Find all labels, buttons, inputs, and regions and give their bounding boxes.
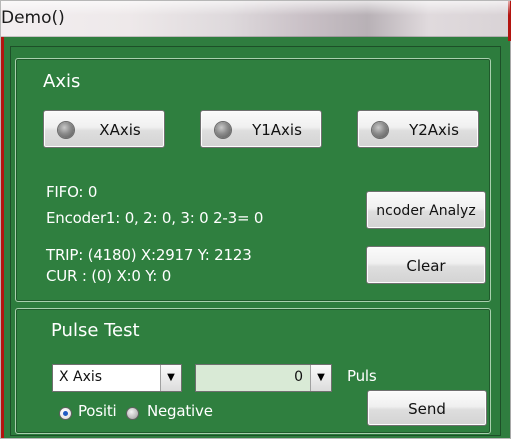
fifo-readout: FIFO: 0	[46, 183, 98, 201]
title-bar[interactable]: Demo()	[1, 1, 511, 41]
chevron-down-icon[interactable]: ▼	[160, 365, 181, 391]
xaxis-status-led-icon	[58, 122, 74, 138]
chevron-down-icon[interactable]: ▼	[310, 365, 331, 391]
pulse-count-value: 0	[294, 369, 303, 385]
cur-readout: CUR : (0) X:0 Y: 0	[46, 267, 172, 285]
axis-group-title: Axis	[43, 71, 81, 92]
encoder-readout: Encoder1: 0, 2: 0, 3: 0 2-3= 0	[46, 209, 264, 227]
y1axis-button[interactable]: Y1Axis	[200, 110, 322, 148]
y2axis-status-led-icon	[372, 122, 388, 138]
radio-positive-label[interactable]: Positi	[78, 402, 117, 420]
radio-negative-label[interactable]: Negative	[147, 402, 213, 420]
window-frame-accent	[1, 37, 4, 438]
pulse-count-input[interactable]: 0 ▼	[195, 364, 332, 392]
xaxis-button-label: XAxis	[99, 121, 141, 139]
trip-readout: TRIP: (4180) X:2917 Y: 2123	[46, 246, 252, 264]
y2axis-button-label: Y2Axis	[409, 121, 459, 139]
send-button[interactable]: Send	[367, 390, 487, 426]
xaxis-button[interactable]: XAxis	[43, 110, 165, 148]
y1axis-button-label: Y1Axis	[252, 121, 302, 139]
pulse-test-group-title: Pulse Test	[51, 320, 140, 341]
axis-select-value: X Axis	[59, 369, 103, 385]
y1axis-status-led-icon	[215, 122, 231, 138]
y2axis-button[interactable]: Y2Axis	[357, 110, 479, 148]
pulse-unit-label: Puls	[347, 367, 377, 385]
window-frame-left	[1, 37, 10, 438]
radio-negative[interactable]	[126, 407, 139, 420]
axis-select[interactable]: X Axis ▼	[52, 364, 182, 392]
clear-button[interactable]: Clear	[366, 246, 486, 284]
encoder-analyze-button[interactable]: ncoder Analyz	[366, 191, 486, 229]
window-title: Demo()	[1, 8, 65, 28]
radio-positive[interactable]	[59, 407, 72, 420]
